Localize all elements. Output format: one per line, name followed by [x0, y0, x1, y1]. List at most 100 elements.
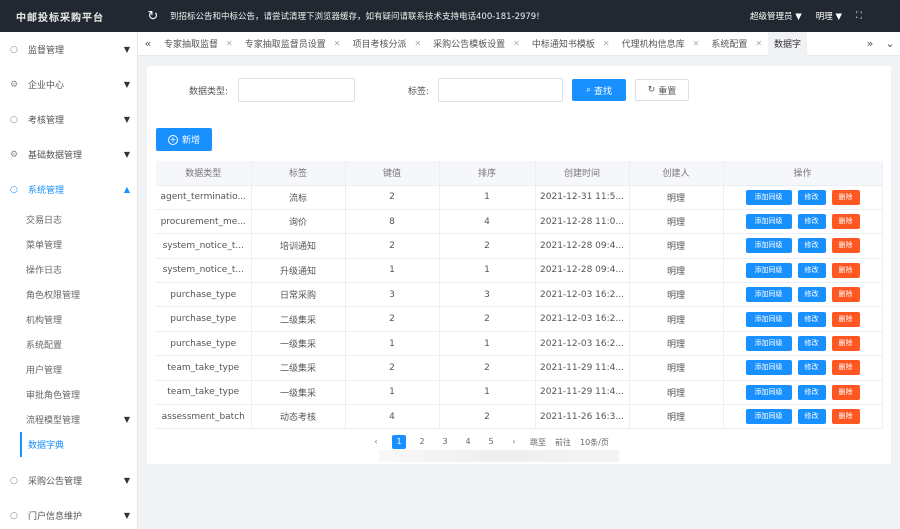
add-sibling-button[interactable]: 添加同级	[745, 336, 792, 352]
tab-agency-library[interactable]: 代理机构信息库 ✕	[616, 32, 706, 56]
tab-label: 系统配置	[711, 40, 748, 50]
edit-button[interactable]: 修改	[797, 214, 826, 230]
add-sibling-button[interactable]: 添加同级	[745, 360, 792, 376]
tab-expert-supervisor[interactable]: 专家抽取监督员设置 ✕	[239, 32, 347, 56]
tab-bar: « 专家抽取监督 ✕ 专家抽取监督员设置 ✕ 项目考核分派 ✕ 采购公告模板设置 ✕ 中…	[138, 31, 900, 56]
add-sibling-button[interactable]: 添加同级	[745, 262, 792, 278]
sidebar-item-supervision[interactable]: ○ 监督管理 ▼	[0, 32, 137, 67]
sidebar-subitem-operation-log[interactable]: 操作日志	[0, 257, 137, 282]
caret-down-icon: ▼	[123, 511, 131, 520]
delete-button[interactable]: 删除	[831, 287, 860, 303]
tab-award-template[interactable]: 中标通知书模板 ✕	[526, 32, 616, 56]
sidebar-item-label: 监督管理	[28, 46, 65, 56]
delete-button[interactable]: 删除	[831, 262, 860, 278]
sidebar-subitem-organization[interactable]: 机构管理	[0, 307, 137, 332]
sidebar-subitem-menu[interactable]: 菜单管理	[0, 232, 137, 257]
add-sibling-button[interactable]: 添加同级	[745, 311, 792, 327]
tab-notice-template[interactable]: 采购公告模板设置 ✕	[427, 32, 526, 56]
search-button-label: 查找	[594, 86, 613, 97]
page-4[interactable]: 4	[461, 435, 475, 449]
sidebar-item-portal[interactable]: ○ 门户信息维护 ▼	[0, 498, 137, 529]
close-icon[interactable]: ✕	[693, 39, 700, 48]
sidebar-item-assessment[interactable]: ○ 考核管理 ▼	[0, 102, 137, 137]
delete-button[interactable]: 删除	[831, 189, 860, 205]
cell-data-type: assessment_batch	[156, 404, 252, 430]
refresh-icon[interactable]: ↻	[138, 9, 168, 24]
fullscreen-icon[interactable]: ⛶	[856, 11, 862, 21]
close-icon[interactable]: ✕	[334, 39, 341, 48]
add-sibling-button[interactable]: 添加同级	[745, 384, 792, 400]
sidebar-subitem-system-config[interactable]: 系统配置	[0, 332, 137, 357]
sidebar-item-basic-data[interactable]: ⚙ 基础数据管理 ▼	[0, 137, 137, 172]
role-dropdown[interactable]: 超级管理员 ▼	[750, 10, 802, 22]
caret-up-icon: ▲	[123, 185, 131, 194]
tab-project-assessment[interactable]: 项目考核分派 ✕	[346, 32, 427, 56]
edit-button[interactable]: 修改	[797, 189, 826, 205]
sidebar-subitem-process-model[interactable]: 流程模型管理 ▼	[0, 407, 137, 432]
close-icon[interactable]: ✕	[414, 39, 421, 48]
delete-button[interactable]: 删除	[831, 238, 860, 254]
delete-button[interactable]: 删除	[831, 384, 860, 400]
tab-prev-icon[interactable]: «	[138, 37, 158, 50]
sidebar-subitem-role-permission[interactable]: 角色权限管理	[0, 282, 137, 307]
row-actions: 添加同级 修改 删除	[728, 311, 878, 327]
user-dropdown[interactable]: 明理 ▼	[816, 10, 842, 22]
cell-actions: 添加同级 修改 删除	[723, 306, 883, 332]
page-3[interactable]: 3	[438, 435, 452, 449]
edit-button[interactable]: 修改	[797, 336, 826, 352]
prev-page-icon[interactable]: ‹	[369, 435, 383, 449]
delete-button[interactable]: 删除	[831, 336, 860, 352]
add-button[interactable]: + 新增	[156, 128, 212, 151]
sidebar-item-enterprise[interactable]: ⚙ 企业中心 ▼	[0, 67, 137, 102]
circle-icon: ○	[10, 475, 18, 486]
cell-label: 一级集采	[251, 380, 346, 406]
add-sibling-button[interactable]: 添加同级	[745, 287, 792, 303]
add-sibling-button[interactable]: 添加同级	[745, 214, 792, 230]
add-sibling-button[interactable]: 添加同级	[745, 238, 792, 254]
tab-more-icon[interactable]: ⌄	[880, 37, 900, 50]
tag-input[interactable]	[438, 78, 563, 102]
close-icon[interactable]: ✕	[755, 39, 762, 48]
delete-button[interactable]: 删除	[831, 409, 860, 425]
sidebar-subitem-data-dictionary[interactable]: 数据字典	[20, 432, 137, 457]
edit-button[interactable]: 修改	[797, 287, 826, 303]
delete-button[interactable]: 删除	[831, 214, 860, 230]
cell-label: 二级集采	[251, 306, 346, 332]
tab-data-dictionary[interactable]: 数据字	[768, 31, 808, 56]
page-1[interactable]: 1	[392, 435, 406, 449]
edit-button[interactable]: 修改	[797, 384, 826, 400]
data-type-input[interactable]	[238, 78, 355, 102]
edit-button[interactable]: 修改	[797, 238, 826, 254]
row-actions: 添加同级 修改 删除	[728, 189, 878, 205]
close-icon[interactable]: ✕	[603, 39, 610, 48]
close-icon[interactable]: ✕	[513, 39, 520, 48]
search-button[interactable]: ⌕ 查找	[572, 79, 626, 101]
sidebar-item-procurement-notice[interactable]: ○ 采购公告管理 ▼	[0, 463, 137, 498]
cell-creator: 明理	[629, 306, 724, 332]
subitem-label: 数据字典	[28, 441, 65, 451]
tab-next-icon[interactable]: »	[860, 37, 880, 50]
edit-button[interactable]: 修改	[797, 262, 826, 278]
sidebar-subitem-user[interactable]: 用户管理	[0, 357, 137, 382]
jump-button[interactable]: 前往	[555, 437, 571, 448]
sidebar-item-system[interactable]: ○ 系统管理 ▲	[0, 172, 137, 207]
reset-button[interactable]: ↻ 重置	[635, 79, 689, 101]
tab-system-config[interactable]: 系统配置 ✕	[705, 32, 768, 56]
close-icon[interactable]: ✕	[226, 39, 233, 48]
cell-created-time: 2021-11-29 11:4...	[535, 380, 630, 406]
sidebar-subitem-approval-role[interactable]: 审批角色管理	[0, 382, 137, 407]
add-sibling-button[interactable]: 添加同级	[745, 409, 792, 425]
cell-actions: 添加同级 修改 删除	[723, 331, 883, 357]
delete-button[interactable]: 删除	[831, 311, 860, 327]
page-size-select[interactable]: 10条/页	[580, 437, 609, 448]
edit-button[interactable]: 修改	[797, 311, 826, 327]
add-sibling-button[interactable]: 添加同级	[745, 189, 792, 205]
edit-button[interactable]: 修改	[797, 409, 826, 425]
page-2[interactable]: 2	[415, 435, 429, 449]
page-5[interactable]: 5	[484, 435, 498, 449]
delete-button[interactable]: 删除	[831, 360, 860, 376]
tab-expert-extraction[interactable]: 专家抽取监督 ✕	[158, 32, 239, 56]
sidebar-subitem-transaction-log[interactable]: 交易日志	[0, 207, 137, 232]
next-page-icon[interactable]: ›	[507, 435, 521, 449]
edit-button[interactable]: 修改	[797, 360, 826, 376]
